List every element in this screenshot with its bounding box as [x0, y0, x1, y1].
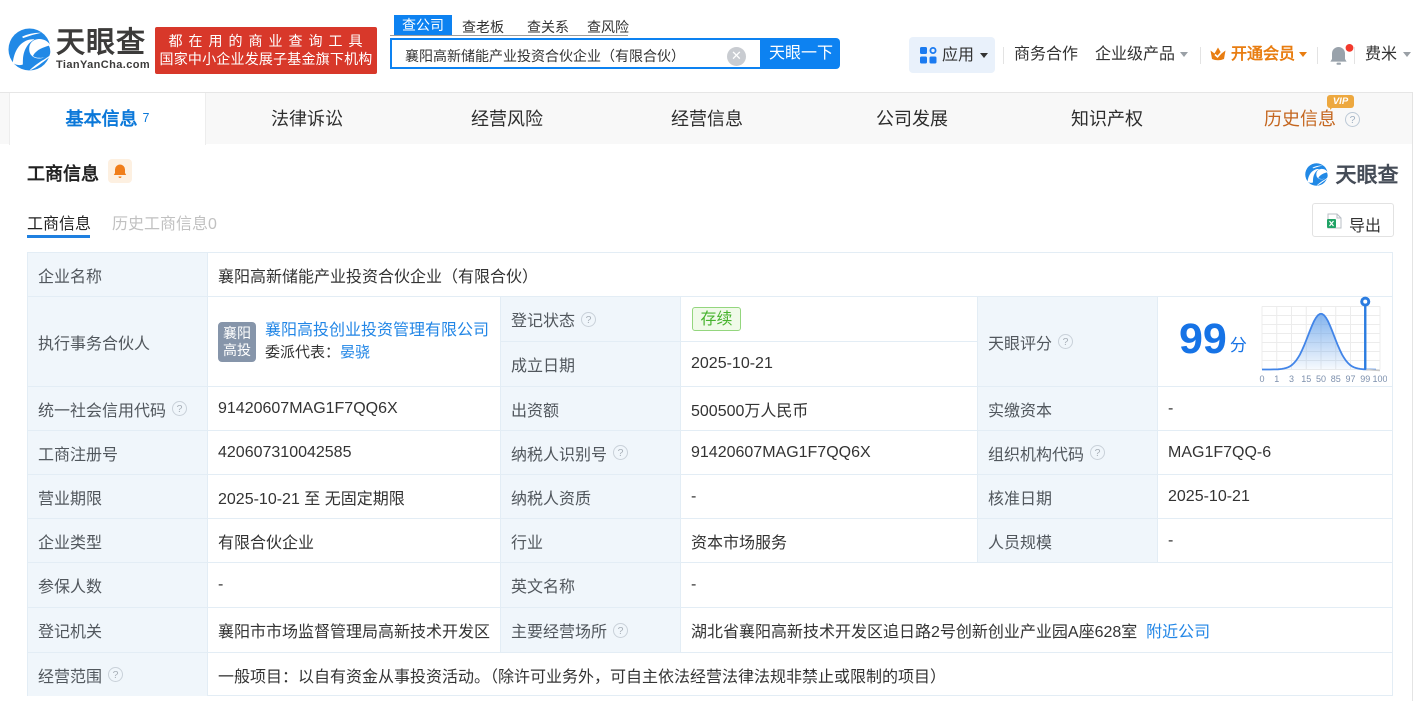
svg-text:99: 99 — [1360, 374, 1370, 383]
svg-text:50: 50 — [1316, 374, 1326, 383]
svg-text:1: 1 — [1274, 374, 1279, 383]
svg-text:100: 100 — [1372, 374, 1387, 383]
svg-text:15: 15 — [1301, 374, 1311, 383]
svg-text:3: 3 — [1289, 374, 1294, 383]
svg-text:0: 0 — [1259, 374, 1264, 383]
svg-text:97: 97 — [1345, 374, 1355, 383]
svg-text:85: 85 — [1331, 374, 1341, 383]
